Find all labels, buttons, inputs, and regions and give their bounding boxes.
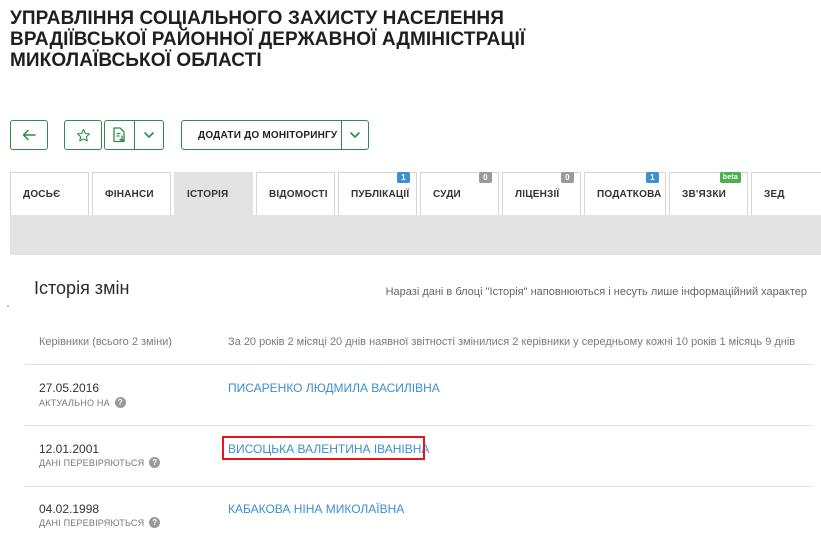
tab-count-badge: 1 [646,172,659,183]
tab-publications[interactable]: ПУБЛІКАЦІЇ 1 [338,172,417,215]
arrow-left-icon [22,129,36,141]
tab-label: ЗЕД [764,188,785,200]
change-date: 04.02.1998 [39,502,100,516]
tab-label: ПОДАТКОВА [597,188,662,200]
history-panel [10,265,813,542]
export-document-button-group [104,120,164,150]
help-icon[interactable]: ? [149,517,161,528]
tab-label: ДОСЬЄ [23,188,61,200]
chevron-down-icon [350,132,360,138]
favorite-button[interactable] [64,120,102,150]
tab-licenses[interactable]: ЛІЦЕНЗІЇ 0 [502,172,581,215]
managers-summary-text: За 20 років 2 місяці 20 днів наявної зві… [228,336,796,348]
tabs-strip-background [10,215,821,255]
add-to-monitoring-label: ДОДАТИ ДО МОНІТОРИНГУ [198,129,338,141]
change-date: 27.05.2016 [39,381,100,395]
tab-label: ФІНАНСИ [105,188,154,200]
add-to-monitoring-button[interactable]: ДОДАТИ ДО МОНІТОРИНГУ [182,121,342,149]
tab-connections[interactable]: ЗВ'ЯЗКИ beta [669,172,748,215]
tab-tax[interactable]: ПОДАТКОВА 1 [584,172,666,215]
help-icon[interactable]: ? [149,457,161,468]
beta-badge: beta [719,172,741,183]
tab-label: ІСТОРІЯ [187,188,229,200]
tab-count-badge: 0 [479,172,492,183]
tab-label: ПУБЛІКАЦІЇ [351,188,410,200]
history-info-note: Наразі дані в блоці "Історія" наповнюють… [385,286,807,298]
manager-name-link[interactable]: КАБАКОВА НІНА МИКОЛАЇВНА [228,502,404,516]
organization-title-line: ВРАДІЇВСЬКОЇ РАЙОННОЇ ДЕРЖАВНОЇ АДМІНІСТ… [10,29,526,50]
monitoring-button-group: ДОДАТИ ДО МОНІТОРИНГУ [181,120,369,150]
tab-count-badge: 0 [561,172,574,183]
help-icon[interactable]: ? [114,397,126,408]
organization-title-line: УПРАВЛІННЯ СОЦІАЛЬНОГО ЗАХИСТУ НАСЕЛЕННЯ [10,8,505,29]
star-icon [76,128,90,141]
tab-courts[interactable]: СУДИ 0 [420,172,499,215]
tab-label: ЗВ'ЯЗКИ [682,188,727,200]
tab-history[interactable]: ІСТОРІЯ [174,172,253,215]
tab-label: ВІДОМОСТІ [269,188,328,200]
export-document-button[interactable] [105,121,134,149]
organization-title-line: МИКОЛАЇВСЬКОЇ ОБЛАСТІ [10,50,262,71]
tab-label: ЛІЦЕНЗІЇ [515,188,560,200]
monitoring-dropdown-button[interactable] [342,121,368,149]
row-divider [25,486,813,487]
document-download-icon [113,127,126,143]
row-divider [25,425,813,426]
row-divider [25,364,813,365]
managers-summary-label: Керівники (всього 2 зміни) [39,336,172,348]
change-status-label: ДАНІ ПЕРЕВІРЯЮТЬСЯ [39,517,145,528]
divider-dot [7,305,9,307]
tab-finance[interactable]: ФІНАНСИ [92,172,171,215]
change-status-label: АКТУАЛЬНО НА [39,397,110,408]
change-status: АКТУАЛЬНО НА ? [39,397,126,408]
organization-title: УПРАВЛІННЯ СОЦІАЛЬНОГО ЗАХИСТУ НАСЕЛЕННЯ… [10,8,530,71]
tab-information[interactable]: ВІДОМОСТІ [256,172,335,215]
change-date: 12.01.2001 [39,442,100,456]
history-title: Історія змін [34,278,130,298]
tab-label: СУДИ [433,188,461,200]
chevron-down-icon [144,132,154,138]
change-status-label: ДАНІ ПЕРЕВІРЯЮТЬСЯ [39,457,145,468]
manager-name-link[interactable]: ПИСАРЕНКО ЛЮДМИЛА ВАСИЛІВНА [228,381,440,395]
change-status: ДАНІ ПЕРЕВІРЯЮТЬСЯ ? [39,517,161,528]
tab-foreign-trade[interactable]: ЗЕД [751,172,821,215]
tab-count-badge: 1 [397,172,410,183]
change-status: ДАНІ ПЕРЕВІРЯЮТЬСЯ ? [39,457,161,468]
highlight-box [222,436,425,460]
export-dropdown-button[interactable] [133,121,163,149]
back-button[interactable] [10,120,48,150]
tab-dossier[interactable]: ДОСЬЄ [10,172,89,215]
